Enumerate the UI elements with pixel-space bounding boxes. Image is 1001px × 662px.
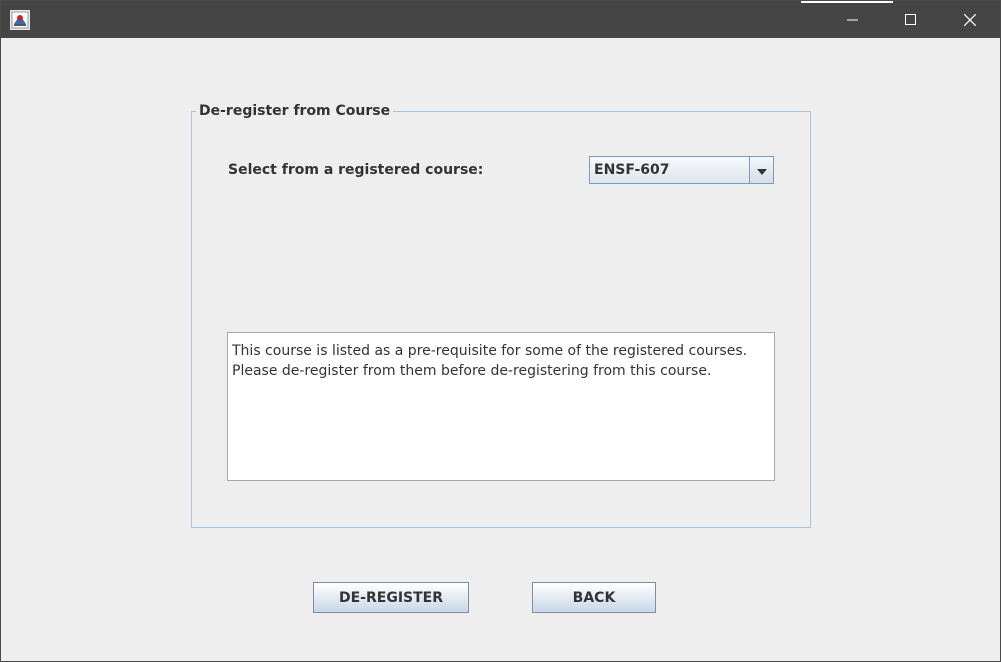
message-text-area[interactable]: This course is listed as a pre-requisite… bbox=[227, 332, 775, 481]
message-line: Please de-register from them before de-r… bbox=[232, 363, 712, 379]
close-button[interactable] bbox=[941, 1, 999, 38]
course-select-value: ENSF-607 bbox=[594, 162, 670, 178]
group-title: De-register from Course bbox=[196, 102, 394, 120]
deregister-button[interactable]: DE-REGISTER bbox=[313, 582, 469, 613]
dropdown-arrow-button[interactable] bbox=[749, 157, 773, 183]
course-select-dropdown[interactable]: ENSF-607 bbox=[589, 156, 774, 184]
title-bar[interactable] bbox=[1, 1, 1000, 38]
close-icon bbox=[964, 13, 976, 26]
minimize-icon bbox=[847, 14, 859, 26]
maximize-button[interactable] bbox=[882, 1, 940, 38]
minimize-button[interactable] bbox=[824, 1, 882, 38]
java-app-icon[interactable] bbox=[10, 10, 30, 30]
app-window: De-register from Course Select from a re… bbox=[0, 0, 1001, 662]
back-button[interactable]: BACK bbox=[532, 582, 656, 613]
message-line: This course is listed as a pre-requisite… bbox=[232, 343, 748, 359]
chevron-down-icon bbox=[756, 161, 768, 180]
course-select-label: Select from a registered course: bbox=[228, 162, 484, 178]
maximize-icon bbox=[905, 13, 917, 26]
